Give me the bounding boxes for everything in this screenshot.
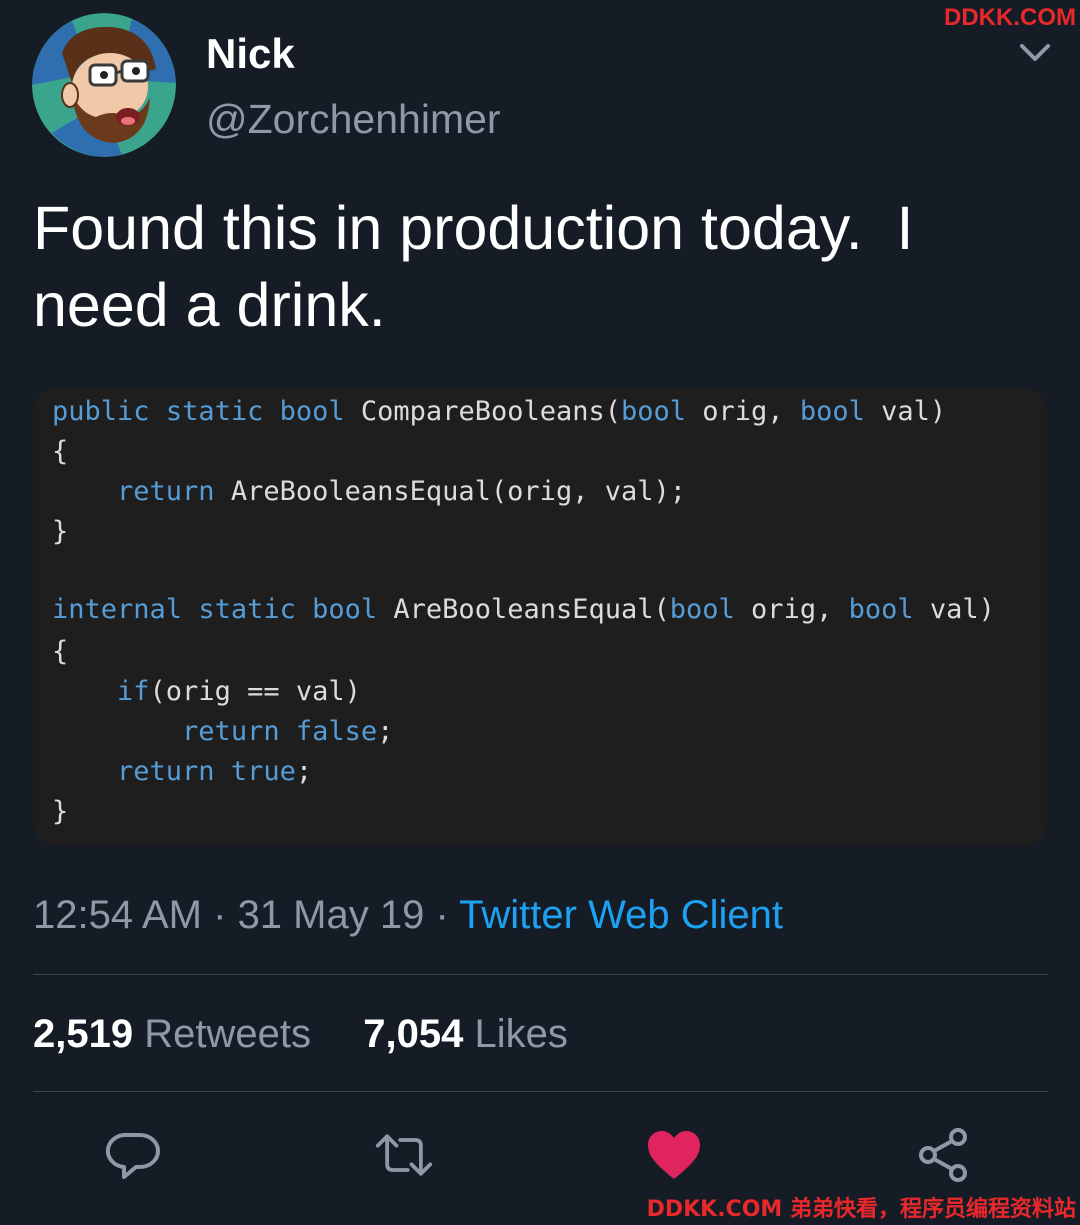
code-keyword: false	[295, 716, 378, 747]
code-text: AreBooleansEqual(orig, val);	[214, 476, 686, 507]
watermark-top: DDKK.COM	[944, 4, 1076, 31]
retweets-stat[interactable]: 2,519 Retweets	[33, 1012, 322, 1056]
heart-icon	[648, 1131, 700, 1179]
code-line: public static bool CompareBooleans(bool …	[52, 396, 946, 427]
code-text: CompareBooleans(	[344, 396, 621, 427]
retweets-label: Retweets	[144, 1012, 311, 1056]
code-text: }	[52, 516, 69, 547]
code-keyword: return	[117, 756, 215, 787]
code-text: val)	[864, 396, 947, 427]
tweet-text: Found this in production today. I need a…	[33, 194, 931, 339]
code-line: return true;	[52, 756, 312, 787]
engagement-stats: 2,519 Retweets 7,054 Likes	[33, 1012, 568, 1057]
meta-separator: ·	[424, 893, 460, 937]
code-line: if(orig == val)	[52, 676, 361, 707]
code-keyword: bool	[312, 594, 378, 625]
likes-label: Likes	[474, 1012, 568, 1056]
code-line: }	[52, 796, 68, 827]
code-line: return false;	[52, 716, 393, 747]
watermark-bottom: DDKK.COM 弟弟快看，程序员编程资料站	[646, 1197, 1076, 1222]
code-text: ;	[377, 716, 394, 747]
avatar-image	[32, 13, 176, 157]
retweet-icon	[375, 1134, 433, 1176]
divider	[33, 1091, 1048, 1092]
tweet-time: 12:54 AM	[33, 893, 203, 937]
chevron-down-icon[interactable]	[1016, 38, 1054, 68]
code-keyword: if	[117, 676, 150, 707]
code-keyword: bool	[848, 594, 914, 625]
share-button[interactable]	[914, 1125, 974, 1185]
likes-count: 7,054	[363, 1012, 464, 1056]
code-keyword: internal	[52, 594, 183, 625]
code-text: {	[52, 436, 69, 467]
code-keyword: bool	[669, 594, 735, 625]
code-keyword: public	[52, 396, 150, 427]
code-keyword: static	[198, 594, 296, 625]
reply-button[interactable]	[104, 1125, 164, 1185]
like-button[interactable]	[644, 1125, 704, 1185]
code-text: }	[52, 796, 69, 827]
code-line: internal static bool AreBooleansEqual(bo…	[52, 594, 995, 625]
avatar[interactable]	[32, 13, 176, 157]
code-text: orig,	[686, 396, 800, 427]
reply-icon	[106, 1132, 160, 1179]
code-text: AreBooleansEqual(	[377, 594, 670, 625]
code-text: ;	[295, 756, 313, 787]
tweet-meta: 12:54 AM · 31 May 19 · Twitter Web Clien…	[33, 893, 783, 938]
code-text: orig,	[734, 594, 849, 625]
tweet-date: 31 May 19	[237, 893, 425, 937]
code-keyword: bool	[621, 396, 687, 427]
retweets-count: 2,519	[33, 1012, 134, 1056]
code-text: val)	[913, 594, 995, 625]
code-text: (orig == val)	[149, 676, 361, 707]
code-line: return AreBooleansEqual(orig, val);	[52, 476, 686, 507]
code-line: {	[52, 636, 68, 667]
author-handle[interactable]: @Zorchenhimer	[206, 96, 501, 143]
code-text: {	[52, 636, 69, 667]
code-line: }	[52, 516, 68, 547]
share-icon	[919, 1128, 967, 1182]
code-keyword: true	[230, 756, 296, 787]
likes-stat[interactable]: 7,054 Likes	[352, 1012, 568, 1056]
code-line: {	[52, 436, 68, 467]
author-name[interactable]: Nick	[206, 30, 295, 78]
code-keyword: return	[117, 476, 215, 507]
code-keyword: static	[165, 396, 264, 427]
code-keyword: bool	[799, 396, 865, 427]
code-image[interactable]: public static bool CompareBooleans(bool …	[33, 388, 1047, 846]
retweet-button[interactable]	[374, 1125, 434, 1185]
code-keyword: bool	[279, 396, 345, 427]
meta-separator: ·	[202, 893, 238, 937]
tweet-client-link[interactable]: Twitter Web Client	[459, 893, 783, 937]
divider	[33, 974, 1048, 975]
code-keyword: return	[182, 716, 280, 747]
